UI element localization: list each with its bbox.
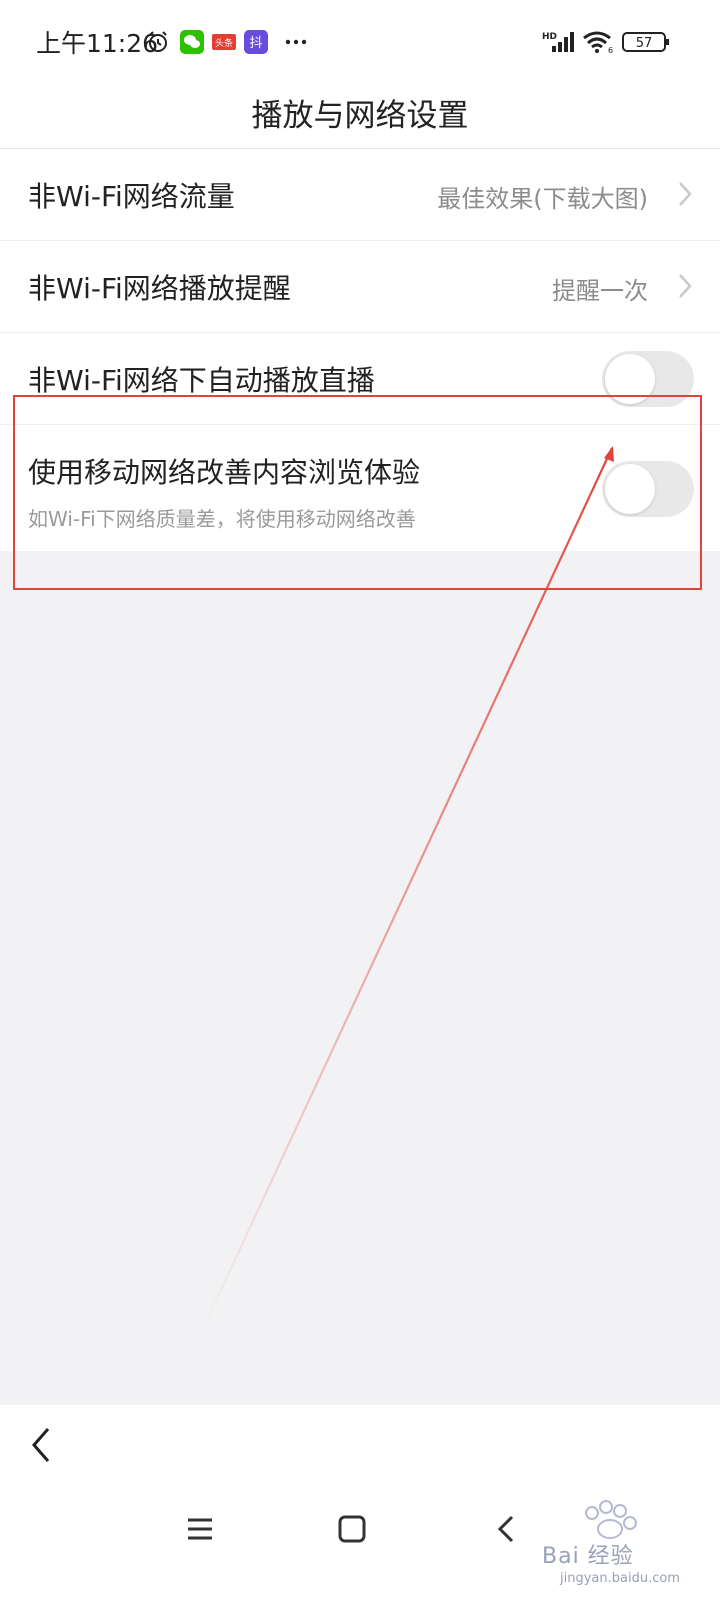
chevron-right-icon [679, 274, 692, 298]
wechat-icon [180, 30, 204, 54]
watermark-text: Bai 经验 [542, 1544, 634, 1569]
wifi-label: 6 [608, 46, 613, 54]
battery-level: 57 [636, 36, 653, 51]
watermark-url: jingyan.baidu.com [560, 1571, 680, 1586]
setting-title: 非Wi-Fi网络下自动播放直播 [28, 364, 375, 397]
network-type-label: HD [542, 32, 557, 42]
home-icon[interactable] [332, 1509, 372, 1549]
bottom-toolbar [0, 1405, 720, 1486]
annotation-highlight-box [13, 395, 702, 590]
toutiao-label: 头条 [215, 37, 233, 49]
toutiao-icon: 头条 [212, 34, 236, 50]
recent-apps-icon[interactable] [180, 1509, 220, 1549]
nav-back-icon[interactable] [486, 1509, 526, 1549]
setting-title: 非Wi-Fi网络流量 [28, 180, 235, 213]
battery-icon: 57 [622, 32, 669, 52]
chevron-right-icon [679, 182, 692, 206]
douyin-icon: 抖 [244, 30, 268, 54]
douyin-label: 抖 [249, 36, 262, 51]
more-dots-icon [285, 39, 307, 45]
alarm-icon [149, 31, 167, 52]
status-time: 上午11:26 [36, 29, 159, 58]
page-title: 播放与网络设置 [251, 98, 469, 134]
page-header: 播放与网络设置 [0, 82, 720, 149]
setting-title: 非Wi-Fi网络播放提醒 [28, 272, 291, 305]
back-arrow-icon[interactable] [24, 1423, 58, 1467]
setting-value: 最佳效果(下载大图) [437, 185, 648, 213]
setting-value: 提醒一次 [552, 277, 648, 305]
setting-row-play-reminder[interactable]: 非Wi-Fi网络播放提醒 提醒一次 [0, 241, 720, 333]
status-bar: 上午11:26 头条 抖 HD 6 57 [0, 0, 720, 82]
wifi-icon: 6 [583, 31, 613, 54]
setting-row-data-usage[interactable]: 非Wi-Fi网络流量 最佳效果(下载大图) [0, 149, 720, 241]
signal-icon: HD [542, 32, 574, 52]
